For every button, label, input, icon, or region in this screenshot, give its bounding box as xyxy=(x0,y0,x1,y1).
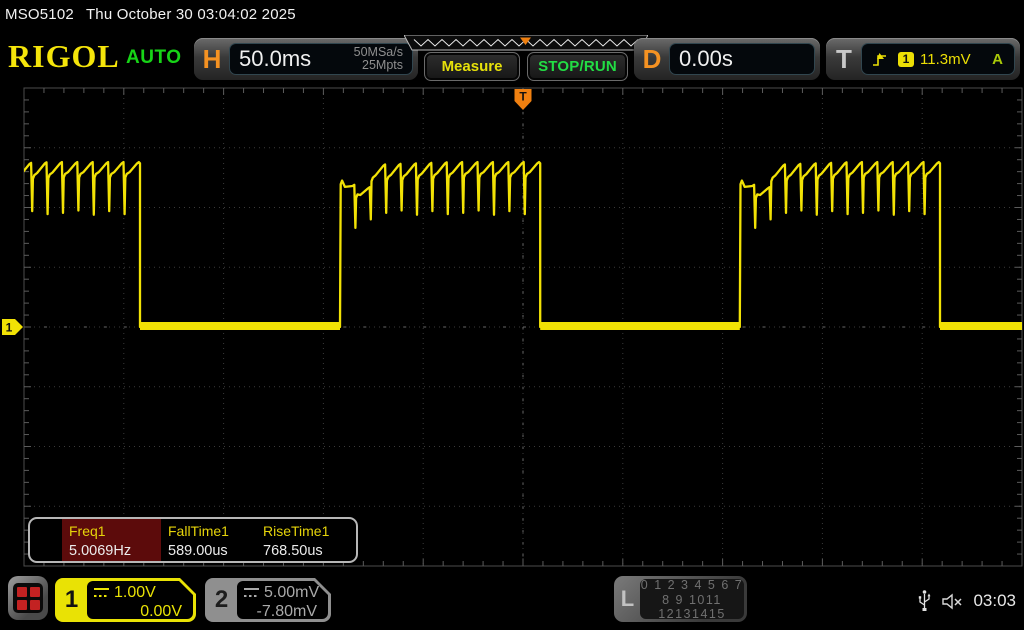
trigger-level: 11.3mV xyxy=(920,51,971,68)
measure-button[interactable]: Measure xyxy=(424,52,520,81)
trigger-sweep-mode: A xyxy=(992,51,1003,68)
oscilloscope-screen: MSO5102 Thu October 30 03:04:02 2025 RIGO… xyxy=(0,0,1024,630)
measurement-panel: Freq1 5.0069Hz FallTime1 589.00us RiseTi… xyxy=(28,517,358,563)
horizontal-panel[interactable]: H 50.0ms 50MSa/s 25Mpts xyxy=(194,38,418,80)
record-timeline[interactable] xyxy=(404,35,648,51)
datetime: Thu October 30 03:04:02 2025 xyxy=(86,6,296,23)
logic-label: L xyxy=(614,576,641,622)
trigger-source-badge: 1 xyxy=(898,52,914,67)
acquisition-mode-label: AUTO xyxy=(126,47,181,69)
waveform-display: T1 xyxy=(0,84,1024,570)
stop-run-button[interactable]: STOP/RUN xyxy=(527,52,628,81)
trigger-panel[interactable]: T 1 11.3mV A xyxy=(826,38,1020,80)
rising-edge-icon xyxy=(871,51,888,68)
dc-coupling-icon xyxy=(94,588,109,599)
speaker-muted-icon[interactable] xyxy=(941,593,963,610)
header-bar: RIGOL AUTO H 50.0ms 50MSa/s 25Mpts Measu… xyxy=(0,30,1024,84)
channel-2-number: 2 xyxy=(205,578,238,622)
logic-row-2: 8 9 1011 12131415 xyxy=(640,593,744,621)
measurement-panel-pad xyxy=(30,519,62,561)
dc-coupling-icon xyxy=(244,588,259,599)
status-tray: 03:03 xyxy=(918,572,1016,630)
channel-2-badge[interactable]: 2 5.00mV -7.80mV xyxy=(205,578,331,622)
channel-1-level-marker[interactable]: 1 xyxy=(2,319,23,335)
channel-2-scale: 5.00mV xyxy=(264,584,319,602)
top-status-bar: MSO5102 Thu October 30 03:04:02 2025 xyxy=(0,0,1024,30)
windows-menu-icon[interactable] xyxy=(8,576,48,620)
channel-2-offset: -7.80mV xyxy=(244,603,321,621)
logic-row-1: 0 1 2 3 4 5 6 7 xyxy=(640,578,744,592)
usb-icon xyxy=(918,589,931,613)
svg-text:1: 1 xyxy=(6,321,13,335)
measurement-falltime1[interactable]: FallTime1 589.00us xyxy=(161,519,256,561)
delay-label: D xyxy=(639,44,665,75)
channel-1-scale: 1.00V xyxy=(114,584,156,602)
measurement-freq1[interactable]: Freq1 5.0069Hz xyxy=(62,519,161,561)
model-name: MSO5102 xyxy=(5,6,74,23)
bottom-bar: 1 1.00V 0.00V 2 5.00mV -7.80mV L 0 1 2 3… xyxy=(0,572,1024,630)
delay-value: 0.00s xyxy=(679,46,733,72)
clock: 03:03 xyxy=(973,591,1016,611)
channel-1-offset: 0.00V xyxy=(94,603,186,621)
horizontal-label: H xyxy=(199,44,225,75)
logic-channels-badge[interactable]: L 0 1 2 3 4 5 6 7 8 9 1011 12131415 xyxy=(614,576,747,622)
timebase-value: 50.0ms xyxy=(239,46,311,72)
channel-1-number: 1 xyxy=(55,578,88,622)
trigger-label: T xyxy=(831,44,857,75)
rigol-logo: RIGOL xyxy=(8,38,120,75)
trigger-position-marker[interactable]: T xyxy=(515,89,532,110)
delay-panel[interactable]: D 0.00s xyxy=(634,38,820,80)
sample-rate: 50MSa/s 25Mpts xyxy=(354,46,403,73)
svg-text:T: T xyxy=(519,90,527,104)
measurement-risetime1[interactable]: RiseTime1 768.50us xyxy=(256,519,356,561)
channel-1-badge[interactable]: 1 1.00V 0.00V xyxy=(55,578,196,622)
